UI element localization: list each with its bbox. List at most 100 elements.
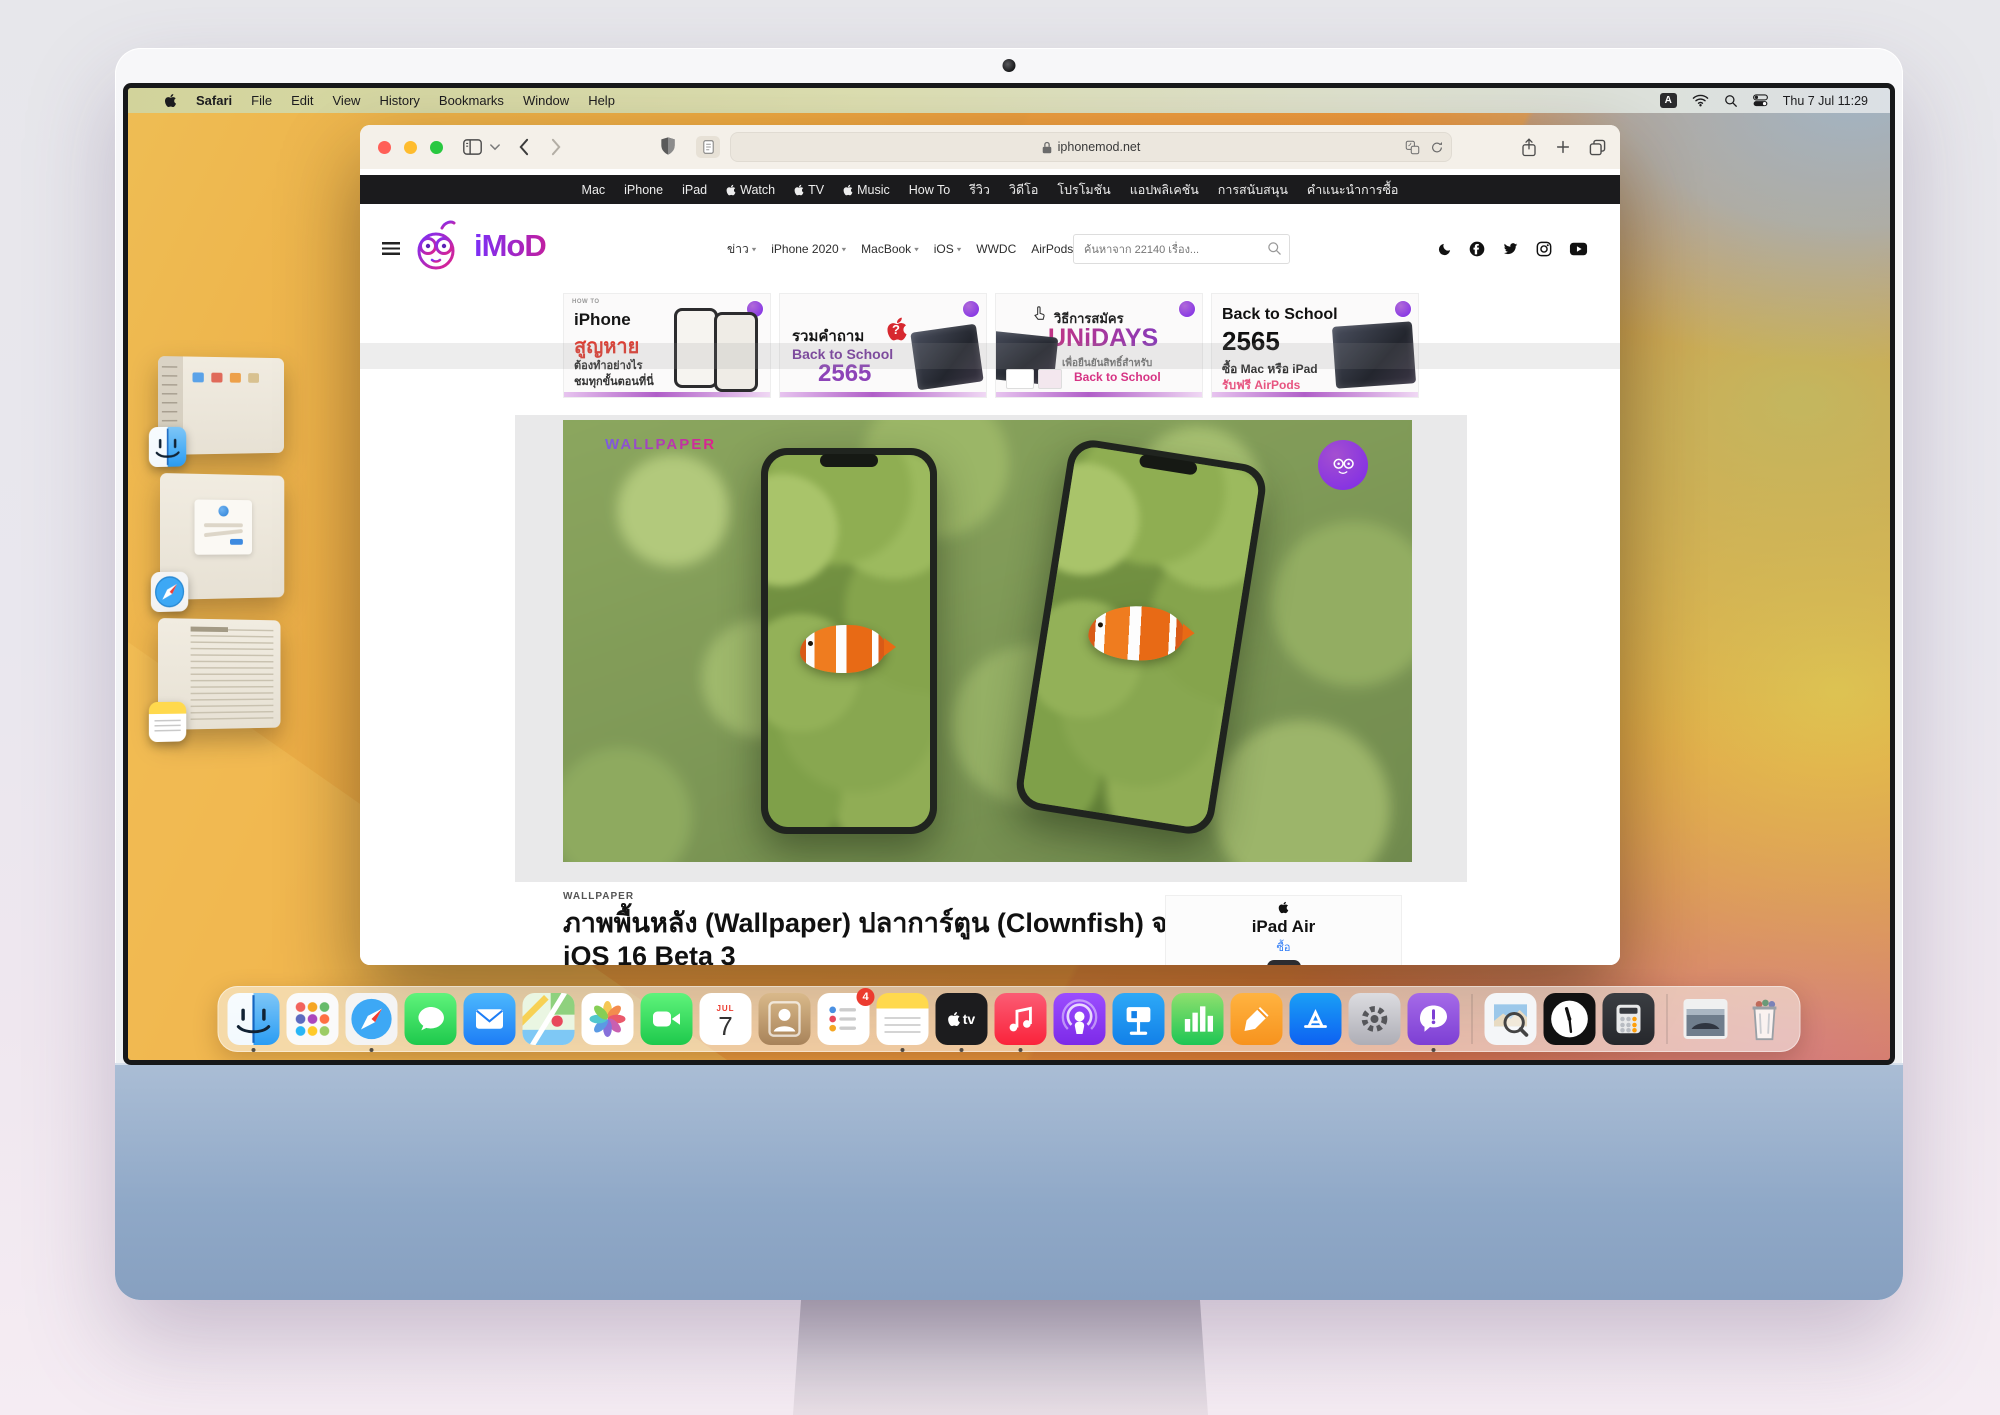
form-field <box>204 529 243 537</box>
dock-preview-icon[interactable] <box>1485 993 1537 1045</box>
twitter-icon[interactable] <box>1502 242 1519 257</box>
sidebar-toggle-icon[interactable] <box>463 139 482 155</box>
menu-safari[interactable]: Safari <box>196 93 232 108</box>
nav-howto[interactable]: How To <box>909 183 950 197</box>
subnav-news[interactable]: ข่าว▾ <box>727 240 756 259</box>
dock-reminders-icon[interactable]: 4 <box>818 993 870 1045</box>
dock-contacts-icon[interactable] <box>759 993 811 1045</box>
nav-watch[interactable]: Watch <box>726 183 775 197</box>
dock-settings-icon[interactable] <box>1349 993 1401 1045</box>
reload-icon[interactable] <box>1430 140 1444 155</box>
dock-clock-icon[interactable] <box>1544 993 1596 1045</box>
address-bar[interactable]: iphonemod.net <box>730 132 1452 162</box>
nav-promotion[interactable]: โปรโมชัน <box>1057 180 1110 200</box>
search-icon[interactable] <box>1267 241 1282 261</box>
menu-bookmarks[interactable]: Bookmarks <box>439 93 504 108</box>
subnav-macbook[interactable]: MacBook▾ <box>861 242 919 256</box>
dock-mail-icon[interactable] <box>464 993 516 1045</box>
menu-view[interactable]: View <box>333 93 361 108</box>
dock-calculator-icon[interactable] <box>1603 993 1655 1045</box>
dock-calendar-icon[interactable]: JUL 7 <box>700 993 752 1045</box>
spotlight-icon[interactable] <box>1724 94 1738 108</box>
menu-window[interactable]: Window <box>523 93 569 108</box>
apple-menu-icon[interactable] <box>164 93 177 108</box>
forward-button[interactable] <box>551 138 562 156</box>
dock-keynote-icon[interactable] <box>1113 993 1165 1045</box>
nav-support[interactable]: การสนับสนุน <box>1218 180 1288 200</box>
dock-tv-icon[interactable]: tv <box>936 993 988 1045</box>
page-settings-icon[interactable] <box>696 136 720 158</box>
nav-review[interactable]: รีวิว <box>969 180 990 200</box>
window-controls <box>360 141 443 154</box>
input-source-indicator[interactable]: A <box>1660 93 1677 108</box>
site-logo[interactable]: iMoD <box>412 218 546 274</box>
dock-podcasts-icon[interactable] <box>1054 993 1106 1045</box>
subnav-wwdc[interactable]: WWDC <box>976 242 1016 256</box>
menu-help[interactable]: Help <box>588 93 615 108</box>
card-text: iPhone <box>574 310 631 330</box>
subnav-iphone2020[interactable]: iPhone 2020▾ <box>771 242 846 256</box>
dock-numbers-icon[interactable] <box>1172 993 1224 1045</box>
dock-finder-icon[interactable] <box>228 993 280 1045</box>
sidebar-chevron-icon[interactable] <box>490 144 500 151</box>
screen-glare <box>360 343 1620 369</box>
dock-feedback-assistant-icon[interactable] <box>1408 993 1460 1045</box>
nav-tv[interactable]: TV <box>794 183 824 197</box>
stage-window-finder[interactable] <box>158 356 284 455</box>
menu-file[interactable]: File <box>251 93 272 108</box>
instagram-icon[interactable] <box>1536 241 1552 257</box>
menubar-clock[interactable]: Thu 7 Jul 11:29 <box>1783 94 1868 108</box>
close-button[interactable] <box>378 141 391 154</box>
hero-image[interactable]: WALLPAPER <box>563 420 1412 862</box>
dock-maps-icon[interactable] <box>523 993 575 1045</box>
nav-video[interactable]: วิดีโอ <box>1009 180 1038 200</box>
stage-window-notes[interactable] <box>158 618 280 730</box>
running-indicator <box>252 1048 256 1052</box>
hamburger-menu-icon[interactable] <box>382 242 400 255</box>
new-tab-icon[interactable] <box>1555 139 1571 155</box>
dock-notes-icon[interactable] <box>877 993 929 1045</box>
ad-buy-link[interactable]: ซื้อ <box>1166 938 1401 956</box>
nav-music[interactable]: Music <box>843 183 890 197</box>
facebook-icon[interactable] <box>1469 241 1485 257</box>
dock-facetime-icon[interactable] <box>641 993 693 1045</box>
dock-appstore-icon[interactable] <box>1290 993 1342 1045</box>
subnav-ios[interactable]: iOS▾ <box>934 242 962 256</box>
dock-trash-icon[interactable] <box>1739 993 1791 1045</box>
tab-overview-icon[interactable] <box>1589 139 1606 156</box>
hero-haze <box>563 420 1412 862</box>
file-icon <box>230 373 241 383</box>
translate-icon[interactable] <box>1405 140 1420 155</box>
menu-edit[interactable]: Edit <box>291 93 313 108</box>
privacy-shield-icon[interactable] <box>660 136 676 156</box>
site-search-input[interactable] <box>1082 236 1256 264</box>
nav-mac[interactable]: Mac <box>582 183 606 197</box>
dock-messages-icon[interactable] <box>405 993 457 1045</box>
share-icon[interactable] <box>1521 138 1537 157</box>
article-title[interactable]: ภาพพื้นหลัง (Wallpaper) ปลาการ์ตูน (Clow… <box>563 907 1213 965</box>
nav-iphone[interactable]: iPhone <box>624 183 663 197</box>
dock-launchpad-icon[interactable] <box>287 993 339 1045</box>
minimize-button[interactable] <box>404 141 417 154</box>
dock-downloads-file-icon[interactable] <box>1680 993 1732 1045</box>
zoom-button[interactable] <box>430 141 443 154</box>
back-button[interactable] <box>518 138 529 156</box>
dock-photos-icon[interactable] <box>582 993 634 1045</box>
wifi-icon[interactable] <box>1692 94 1709 107</box>
ipad-air-ad[interactable]: iPad Air ซื้อ <box>1165 895 1402 965</box>
control-center-icon[interactable] <box>1753 94 1768 107</box>
iphone-mockup-left <box>761 448 937 834</box>
nav-buying-guide[interactable]: คำแนะนำการซื้อ <box>1307 180 1399 200</box>
card-text: ชมทุกขั้นตอนที่นี่ <box>574 372 654 390</box>
nav-application[interactable]: แอปพลิเคชัน <box>1130 180 1199 200</box>
dark-mode-icon[interactable] <box>1437 242 1452 257</box>
dock-pages-icon[interactable] <box>1231 993 1283 1045</box>
nav-ipad[interactable]: iPad <box>682 183 707 197</box>
dock-safari-icon[interactable] <box>346 993 398 1045</box>
stage-window-safari[interactable] <box>160 473 284 600</box>
menu-history[interactable]: History <box>379 93 419 108</box>
youtube-icon[interactable] <box>1569 242 1588 256</box>
dock-music-icon[interactable] <box>995 993 1047 1045</box>
article-category[interactable]: WALLPAPER <box>563 891 634 902</box>
imod-face-icon <box>412 218 464 274</box>
